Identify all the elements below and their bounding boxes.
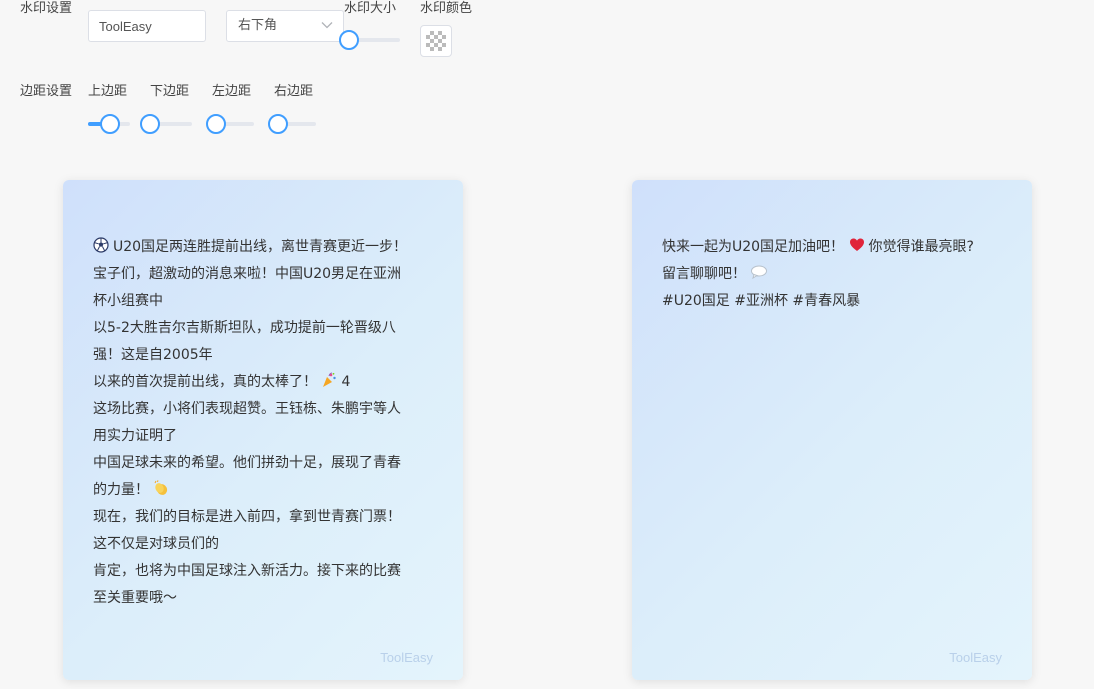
card-line: 现在，我们的目标是进入前四，拿到世青赛门票！ [93,509,401,525]
margin-right-slider[interactable] [268,114,316,134]
slider-knob[interactable] [268,114,288,134]
card-line: 的力量！ [93,477,433,504]
margin-bottom-label: 下边距 [150,84,190,99]
margin-top-label: 上边距 [88,84,128,99]
card-watermark: ToolEasy [380,650,433,665]
card-line: 杯小组赛中 [93,293,163,309]
margin-left-label: 左边距 [212,84,252,99]
chevron-down-icon [321,22,333,29]
card-line: 留言聊聊吧！ [662,261,1002,288]
watermark-size-slider[interactable] [339,30,400,50]
watermark-settings-label: 水印设置 [20,1,73,16]
card-line: 以来的首次提前出线，真的太棒了！ 4 [93,372,351,390]
watermark-color-label: 水印颜色 [420,1,473,16]
card-line: #U20国足 #亚洲杯 #青春风暴 [662,293,861,309]
card-watermark: ToolEasy [949,650,1002,665]
margin-right-label: 右边距 [274,84,314,99]
card-text: U20国足两连胜提前出线，离世青赛更近一步！ 宝子们，超激动的消息来啦！中国U2… [93,234,433,612]
card-text: 快来一起为U20国足加油吧！ 你觉得谁最亮眼? 留言聊聊吧！ #U20国足 #亚… [662,234,1002,315]
watermark-color-picker[interactable] [420,25,452,57]
preview-card-1: U20国足两连胜提前出线，离世青赛更近一步！ 宝子们，超激动的消息来啦！中国U2… [63,180,463,680]
card-line: 用实力证明了 [93,428,177,444]
margin-top-slider[interactable] [88,114,130,134]
margin-settings-label: 边距设置 [20,84,73,99]
soccer-ball-icon [93,237,109,253]
watermark-text-input[interactable] [88,10,206,42]
watermark-size-label: 水印大小 [344,1,397,16]
slider-knob[interactable] [339,30,359,50]
watermark-position-value: 右下角 [238,18,278,33]
card-line: 肯定，也将为中国足球注入新活力。接下来的比赛 [93,563,401,579]
party-popper-icon [323,372,337,387]
slider-knob[interactable] [99,114,120,134]
card-line: U20国足两连胜提前出线，离世青赛更近一步！ [93,234,433,261]
card-line: 这场比赛，小将们表现超赞。王钰栋、朱鹏宇等人 [93,401,401,417]
margin-bottom-slider[interactable] [140,114,192,134]
card-line: 中国足球未来的希望。他们拼劲十足，展现了青春 [93,455,401,471]
slider-knob[interactable] [206,114,226,134]
watermark-position-select[interactable]: 右下角 [226,10,344,42]
card-line: 至关重要哦～ [93,590,177,606]
card-line: 宝子们，超激动的消息来啦！中国U20男足在亚洲 [93,266,402,282]
clapping-hands-icon [155,480,168,495]
margin-left-slider[interactable] [206,114,254,134]
heart-icon [849,238,864,251]
card-line: 强！这是自2005年 [93,347,213,363]
card-line: 快来一起为U20国足加油吧！ 你觉得谁最亮眼? [662,238,974,255]
card-line: 这不仅是对球员们的 [93,536,219,552]
speech-bubble-icon [751,265,768,280]
preview-card-2: 快来一起为U20国足加油吧！ 你觉得谁最亮眼? 留言聊聊吧！ #U20国足 #亚… [632,180,1032,680]
card-line: 以5-2大胜吉尔吉斯斯坦队，成功提前一轮晋级八 [93,320,396,336]
slider-knob[interactable] [140,114,160,134]
color-swatch-icon [426,31,446,51]
